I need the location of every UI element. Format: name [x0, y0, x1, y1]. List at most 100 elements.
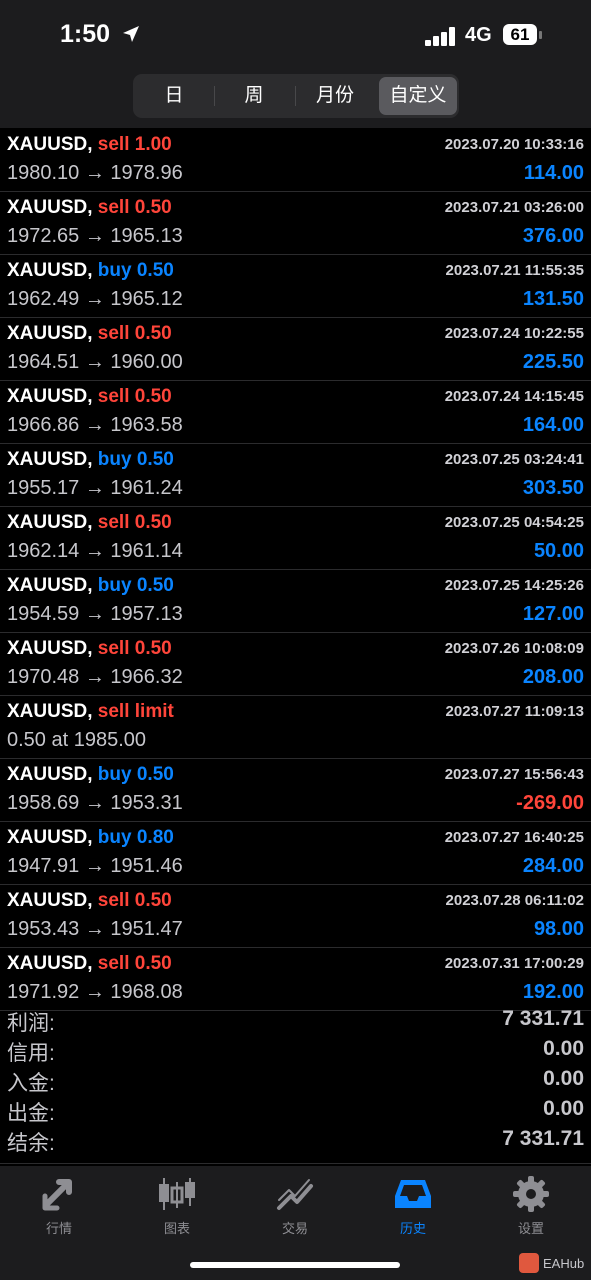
symbol-name: XAUUSD,: [7, 638, 93, 659]
trade-symbol: XAUUSD, sell 0.50: [7, 638, 172, 660]
tab-label: 设置: [517, 1221, 544, 1236]
symbol-name: XAUUSD,: [7, 260, 93, 281]
trade-symbol: XAUUSD, buy 0.50: [7, 575, 174, 597]
trade-prices: 1980.10 → 1978.96: [7, 162, 183, 184]
period-tab-month[interactable]: 月份: [296, 77, 374, 115]
trade-profit: -269.00: [516, 792, 584, 814]
symbol-name: XAUUSD,: [7, 386, 93, 407]
trade-row[interactable]: XAUUSD, buy 0.80 2023.07.27 16:40:25 194…: [0, 822, 591, 885]
watermark-text: EAHub: [543, 1255, 585, 1271]
symbol-name: XAUUSD,: [7, 575, 93, 596]
tab-quotes[interactable]: 行情: [0, 1174, 118, 1237]
trade-row[interactable]: XAUUSD, sell 0.50 2023.07.24 10:22:55 19…: [0, 318, 591, 381]
trade-profit: 284.00: [522, 855, 584, 877]
gear-icon: [472, 1174, 590, 1214]
summary-value: 0.00: [543, 1097, 584, 1120]
tab-label: 图表: [163, 1221, 190, 1236]
trade-row[interactable]: XAUUSD, buy 0.50 2023.07.25 03:24:41 195…: [0, 444, 591, 507]
symbol-name: XAUUSD,: [7, 827, 93, 848]
trade-row[interactable]: XAUUSD, buy 0.50 2023.07.27 15:56:43 195…: [0, 759, 591, 822]
symbol-name: XAUUSD,: [7, 890, 93, 911]
tab-settings[interactable]: 设置: [472, 1174, 590, 1237]
trade-row[interactable]: XAUUSD, sell 0.50 2023.07.21 03:26:00 19…: [0, 192, 591, 255]
trade-action: sell 0.50: [97, 386, 172, 407]
trade-row[interactable]: XAUUSD, sell 0.50 2023.07.28 06:11:02 19…: [0, 885, 591, 948]
summary-credit-row: 信用: 0.00: [0, 1035, 591, 1065]
trade-prices: 1970.48 → 1966.32: [7, 666, 183, 688]
summary-label: 入金:: [7, 1072, 55, 1095]
summary-profit-row: 利润: 7 331.71: [0, 1005, 591, 1035]
trade-time: 2023.07.25 14:25:26: [444, 577, 584, 594]
order-details: 0.50 at 1985.00: [7, 729, 147, 751]
period-tab-day[interactable]: 日: [135, 77, 213, 115]
symbol-name: XAUUSD,: [7, 197, 93, 218]
trade-action: sell 0.50: [97, 953, 172, 974]
quotes-arrows-icon: [0, 1174, 118, 1214]
tab-chart[interactable]: 图表: [118, 1174, 236, 1237]
trade-action: sell 0.50: [97, 890, 172, 911]
trade-action: sell 1.00: [97, 134, 172, 155]
trade-row[interactable]: XAUUSD, buy 0.50 2023.07.25 14:25:26 195…: [0, 570, 591, 633]
candlestick-chart-icon: [118, 1174, 236, 1214]
trade-action: sell 0.50: [97, 512, 172, 533]
trade-action: sell 0.50: [97, 638, 172, 659]
trade-profit: 164.00: [522, 414, 584, 436]
network-type: 4G: [465, 24, 492, 46]
trade-row[interactable]: XAUUSD, sell 0.50 2023.07.31 17:00:29 19…: [0, 948, 591, 1011]
tab-label: 交易: [281, 1221, 308, 1236]
status-time: 1:50: [60, 20, 111, 48]
summary-value: 0.00: [543, 1067, 584, 1090]
trade-action: buy 0.50: [97, 449, 174, 470]
trade-profit: 98.00: [533, 918, 584, 940]
trade-profit: 376.00: [522, 225, 584, 247]
trade-prices: 1958.69 → 1953.31: [7, 792, 183, 814]
trade-prices: 1962.14 → 1961.14: [7, 540, 183, 562]
trade-prices: 1966.86 → 1963.58: [7, 414, 183, 436]
symbol-name: XAUUSD,: [7, 512, 93, 533]
symbol-name: XAUUSD,: [7, 764, 93, 785]
trade-symbol: XAUUSD, buy 0.50: [7, 260, 174, 282]
trade-time: 2023.07.24 14:15:45: [444, 388, 584, 405]
trade-time: 2023.07.28 06:11:02: [445, 892, 584, 909]
trade-time: 2023.07.27 11:09:13: [445, 703, 584, 720]
trade-symbol: XAUUSD, buy 0.50: [7, 764, 174, 786]
summary-value: 0.00: [543, 1037, 584, 1060]
trade-row[interactable]: XAUUSD, buy 0.50 2023.07.21 11:55:35 196…: [0, 255, 591, 318]
period-tab-week[interactable]: 周: [215, 77, 293, 115]
symbol-name: XAUUSD,: [7, 134, 93, 155]
trade-row[interactable]: XAUUSD, sell 0.50 2023.07.26 10:08:09 19…: [0, 633, 591, 696]
trade-line-icon: [236, 1174, 354, 1214]
trade-profit: 114.00: [523, 162, 584, 184]
summary-label: 信用:: [7, 1042, 55, 1065]
trade-action: sell 0.50: [97, 197, 172, 218]
summary-withdrawal-row: 出金: 0.00: [0, 1095, 591, 1125]
symbol-name: XAUUSD,: [7, 701, 93, 722]
trade-row[interactable]: XAUUSD, sell 0.50 2023.07.25 04:54:25 19…: [0, 507, 591, 570]
summary-value: 7 331.71: [502, 1127, 584, 1150]
trade-prices: 1962.49 → 1965.12: [7, 288, 183, 310]
tab-trade[interactable]: 交易: [236, 1174, 354, 1237]
summary-value: 7 331.71: [502, 1007, 584, 1030]
home-indicator[interactable]: [190, 1262, 400, 1268]
battery-tip: [539, 31, 542, 39]
trade-profit: 192.00: [522, 981, 584, 1003]
period-tab-custom[interactable]: 自定义: [379, 77, 457, 115]
trade-action: sell 0.50: [97, 323, 172, 344]
trade-symbol: XAUUSD, sell 0.50: [7, 197, 172, 219]
tab-history[interactable]: 历史: [354, 1174, 472, 1237]
watermark: EAHub: [519, 1253, 584, 1273]
trade-time: 2023.07.27 16:40:25: [444, 829, 584, 846]
trade-prices: 1964.51 → 1960.00: [7, 351, 183, 373]
trade-row[interactable]: XAUUSD, sell 1.00 2023.07.20 10:33:16 19…: [0, 129, 591, 192]
trade-action: buy 0.50: [97, 260, 174, 281]
eahub-logo-icon: [519, 1253, 539, 1273]
summary-label: 结余:: [7, 1132, 55, 1155]
order-row[interactable]: XAUUSD, sell limit 2023.07.27 11:09:13 0…: [0, 696, 591, 759]
trade-profit: 303.50: [522, 477, 584, 499]
battery-icon: 61: [503, 24, 537, 45]
trade-row[interactable]: XAUUSD, sell 0.50 2023.07.24 14:15:45 19…: [0, 381, 591, 444]
location-arrow-icon: [121, 24, 141, 49]
trade-time: 2023.07.26 10:08:09: [444, 640, 584, 657]
trade-profit: 127.00: [522, 603, 584, 625]
trade-symbol: XAUUSD, sell 0.50: [7, 953, 172, 975]
